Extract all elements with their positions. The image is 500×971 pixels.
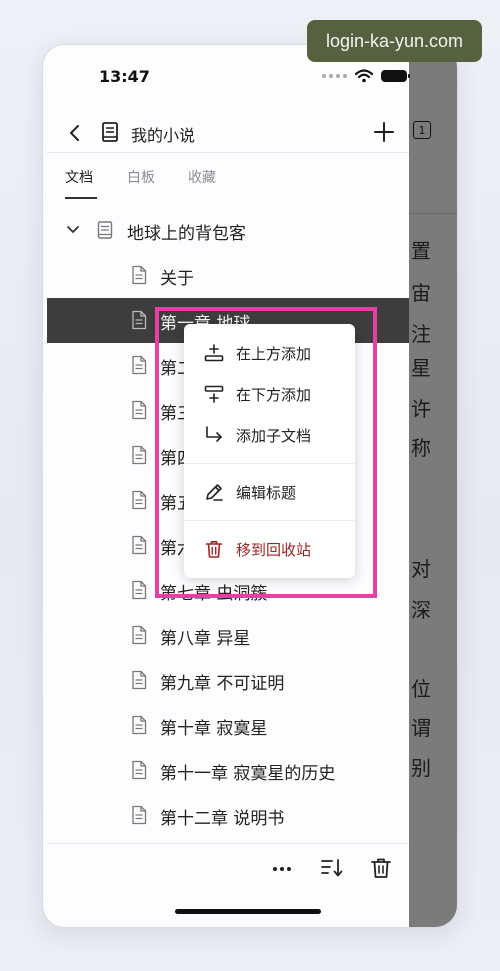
trash-icon	[205, 541, 223, 558]
watermark-label: login-ka-yun.com	[307, 20, 482, 62]
editor-text-char: 许	[411, 397, 431, 421]
document-icon	[132, 265, 147, 285]
editor-text-char: 深	[411, 598, 431, 622]
editor-text-char: 置	[411, 239, 431, 263]
editor-panel-dimmed[interactable]: 1 置 宙 注 星 许 称 对 深 位 谓 别	[409, 45, 457, 927]
wifi-icon	[355, 69, 373, 83]
insert-above-icon	[204, 344, 224, 362]
tab-documents[interactable]: 文档	[65, 167, 93, 187]
back-arrow-icon[interactable]	[63, 119, 87, 147]
menu-item-insert-above[interactable]: 在上方添加	[184, 333, 355, 373]
menu-item-label: 添加子文档	[236, 427, 312, 445]
tree-item-label: 关于	[160, 269, 194, 289]
editor-text-char: 星	[411, 356, 431, 380]
home-indicator[interactable]	[175, 909, 321, 914]
divider	[47, 843, 409, 844]
add-child-icon	[206, 426, 222, 442]
document-icon	[132, 310, 147, 330]
book-icon	[97, 221, 113, 239]
tab-favorites[interactable]: 收藏	[188, 167, 216, 187]
editor-text-char: 别	[411, 756, 431, 780]
menu-item-move-to-trash[interactable]: 移到回收站	[184, 529, 355, 569]
bottom-toolbar	[47, 851, 409, 891]
status-time: 13:47	[99, 67, 150, 86]
menu-item-add-child[interactable]: 添加子文档	[184, 415, 355, 455]
document-icon	[132, 490, 147, 510]
chevron-down-icon[interactable]	[65, 222, 81, 238]
editor-text-char: 位	[411, 677, 431, 701]
tree-item-label: 第八章 异星	[160, 629, 251, 649]
divider	[47, 152, 409, 153]
menu-item-label: 编辑标题	[236, 484, 297, 502]
tab-bar: 文档 白板 收藏	[47, 163, 409, 203]
trash-icon[interactable]	[368, 855, 394, 881]
document-icon	[132, 355, 147, 375]
tree-root-label: 地球上的背包客	[127, 224, 246, 244]
tree-item-label: 第九章 不可证明	[160, 674, 285, 694]
document-icon	[132, 625, 147, 645]
book-icon	[102, 122, 118, 142]
tree-item[interactable]: 第十二章 说明书	[47, 793, 409, 838]
signal-icon	[322, 74, 347, 78]
editor-text-char: 称	[411, 436, 431, 460]
document-icon	[132, 400, 147, 420]
document-icon	[132, 760, 147, 780]
tree-item-label: 第十一章 寂寞星的历史	[160, 764, 336, 784]
page-title: 我的小说	[131, 126, 196, 145]
document-icon	[132, 445, 147, 465]
editor-text-char: 注	[411, 322, 431, 346]
tree-item-label: 第十二章 说明书	[160, 809, 285, 829]
tree-item[interactable]: 第十章 寂寞星	[47, 703, 409, 748]
document-icon	[132, 805, 147, 825]
insert-below-icon	[204, 385, 224, 403]
editor-text-char: 宙	[411, 281, 431, 305]
menu-item-insert-below[interactable]: 在下方添加	[184, 374, 355, 414]
editor-text-char: 谓	[411, 716, 431, 740]
tree-item[interactable]: 关于	[47, 253, 409, 298]
edit-icon	[206, 484, 223, 501]
tree-root[interactable]: 地球上的背包客	[47, 208, 409, 253]
add-document-button[interactable]	[371, 119, 397, 145]
menu-item-edit-title[interactable]: 编辑标题	[184, 472, 355, 512]
more-options-icon[interactable]	[269, 855, 295, 881]
active-tab-indicator	[65, 197, 97, 199]
menu-separator	[184, 463, 355, 464]
document-icon	[132, 670, 147, 690]
document-icon	[132, 535, 147, 555]
menu-item-label: 移到回收站	[236, 541, 312, 559]
battery-icon	[381, 70, 410, 82]
editor-text-char: 对	[411, 557, 431, 581]
sort-icon[interactable]	[319, 855, 345, 881]
tree-item[interactable]: 第九章 不可证明	[47, 658, 409, 703]
tab-whiteboard[interactable]: 白板	[127, 167, 155, 187]
document-icon	[132, 715, 147, 735]
document-icon	[132, 580, 147, 600]
status-icons	[322, 69, 410, 83]
menu-separator	[184, 520, 355, 521]
context-menu: 在上方添加 在下方添加 添加子文档 编辑标题 移到回收站	[184, 324, 355, 578]
drawer-header: 我的小说	[47, 113, 409, 153]
tree-item[interactable]: 第十一章 寂寞星的历史	[47, 748, 409, 793]
tree-item-label: 第七章 虫洞簇	[160, 584, 268, 604]
tab-count-badge[interactable]: 1	[413, 121, 431, 139]
tree-item[interactable]: 第八章 异星	[47, 613, 409, 658]
menu-item-label: 在上方添加	[236, 345, 312, 363]
divider	[409, 213, 457, 214]
menu-item-label: 在下方添加	[236, 386, 312, 404]
tree-item-label: 第十章 寂寞星	[160, 719, 268, 739]
